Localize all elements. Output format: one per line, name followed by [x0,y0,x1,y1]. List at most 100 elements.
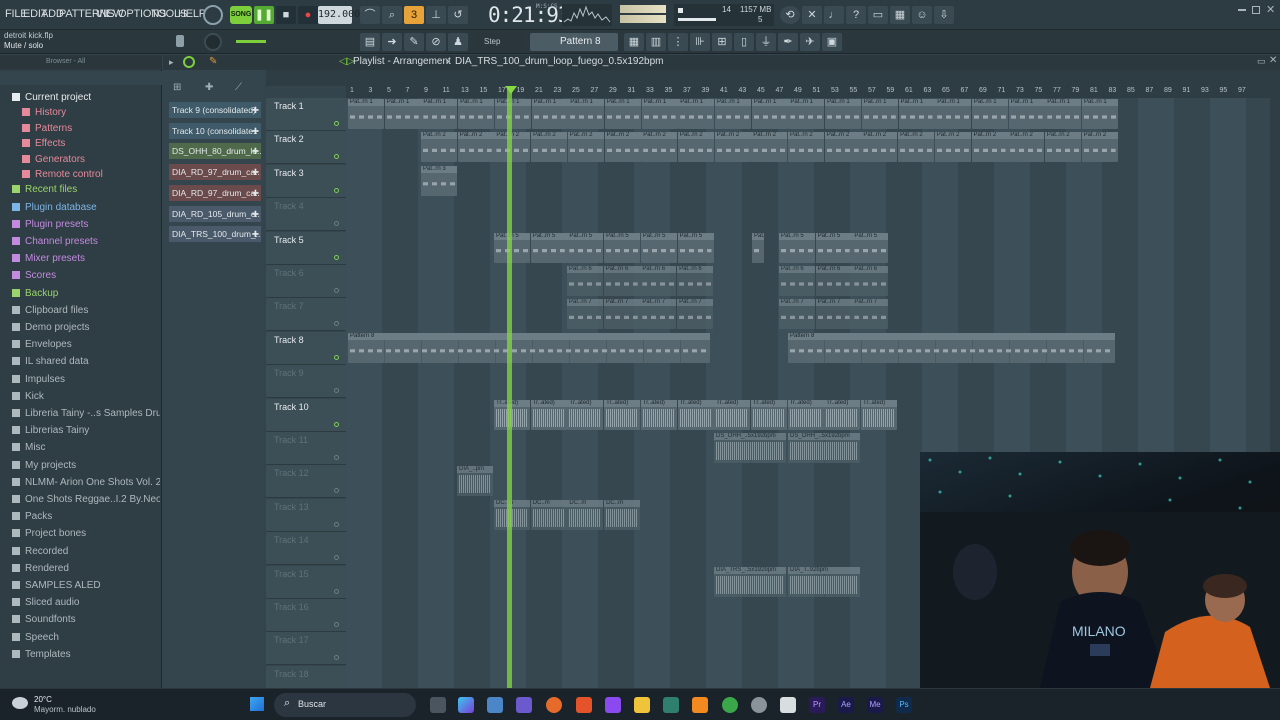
arrow-right-icon[interactable]: ➜ [382,33,402,51]
fl-studio-icon[interactable] [692,697,708,713]
playlist-clip[interactable]: Pat..rn 2 [567,132,604,163]
browser-item[interactable]: Misc [0,440,160,455]
playlist-clip[interactable]: Pat..rn 2 [677,132,714,163]
mixer-icon[interactable]: ✕ [802,6,822,24]
channel-item[interactable]: DIA_RD_97_drum_ca.. ✚ [169,184,261,201]
draw-tool-icon[interactable]: ✎ [404,33,424,51]
playlist-clip[interactable]: Pat..rn 2 [898,132,935,163]
browser-item[interactable]: History [0,105,160,120]
wait-input-icon[interactable]: ⌕ [382,6,402,24]
playlist-clip[interactable]: Pat..rn 1 [531,99,568,129]
record-button[interactable]: ● [298,6,318,24]
browser-item[interactable]: Speech [0,630,160,645]
playlist-clip[interactable]: Pat..rn 7 [567,299,603,330]
playlist-clip[interactable]: Pat..rn 2 [788,132,824,163]
taskbar-search[interactable]: ⌕ Buscar [274,693,416,717]
playlist-clip[interactable]: DIA_..pm [457,466,493,497]
playlist-clip[interactable]: Pat..rn 2 [751,132,788,163]
chat-icon[interactable]: ☺ [912,6,932,24]
playlist-clip[interactable]: DS_OHH_..5x192bpm [714,433,786,463]
browser-item[interactable]: Plugin presets [0,217,160,232]
playlist-clip[interactable]: Pat..rn 7 [677,299,714,330]
browser-item[interactable]: Rendered [0,561,160,576]
track-header[interactable]: Track 4 [266,198,346,232]
playlist-clip[interactable]: Pat..rn 1 [494,99,531,129]
pattern-selector[interactable]: Pattern 8 [530,33,618,51]
playlist-clip[interactable]: Pat..rn 1 [348,99,384,129]
after-effects-icon[interactable]: Ae [838,697,854,713]
twitch-icon[interactable] [605,697,621,713]
track-header[interactable]: Track 13 [266,498,346,532]
track-header[interactable]: Track 16 [266,599,346,632]
track-mute-icon[interactable] [334,288,339,293]
playlist-clip[interactable]: Pat..rn 1 [678,99,715,129]
channel-item[interactable]: DS_OHH_80_drum_lo.. ✚ [169,143,261,160]
spray-icon[interactable]: ✈ [800,33,820,51]
channel-item[interactable]: DIA_RD_105_drum_c.. ✚ [169,205,261,222]
playlist-clip[interactable]: Tr..ated) [750,399,787,430]
piano-roll-icon[interactable]: ▤ [360,33,380,51]
playlist-clip[interactable]: Pat..rn 6 [815,266,852,296]
minimize-icon[interactable] [1238,9,1246,11]
playlist-clip[interactable]: Pat..rn 1 [458,99,495,129]
pen-icon[interactable]: ✒ [778,33,798,51]
microphone-icon[interactable]: ♩ [824,6,844,24]
playlist-clip[interactable]: DC..m [494,499,530,530]
playlist-clip[interactable]: Pat..rn 1 [788,99,825,129]
playlist-clip[interactable]: Tr..ated) [604,399,641,430]
track-mute-icon[interactable] [334,421,339,427]
close-icon[interactable]: ✕ [1266,3,1275,16]
browser-item[interactable]: Libreria Tainy -..s Samples Drum Kit [0,406,160,421]
timeline-ruler[interactable]: 1 3 5 7 9 11 13 15 17 19 21 23 25 27 29 31 33 35 37 39 41 43 4… [346,86,1280,98]
playlist-clip[interactable]: Tr..ated) [861,399,897,430]
playlist-clip[interactable]: Pat..rn 2 [971,132,1008,163]
menu-help[interactable]: HELP [178,8,206,20]
template-icon[interactable]: ▣ [822,33,842,51]
browser-item[interactable]: Sliced audio [0,595,160,610]
store-icon[interactable] [487,697,503,713]
playlist-clip[interactable]: Pat..rn 7 [603,299,640,330]
teams-icon[interactable] [516,697,532,713]
playlist-clip[interactable]: Pat..rn 7 [815,299,852,330]
channel-add-icon[interactable]: ✚ [252,226,259,242]
playlist-clip[interactable]: Pat..rn 2 [531,132,568,163]
playlist-clip[interactable]: Tr..ated) [714,399,751,430]
playlist-clip[interactable]: Pat..rn 2 [1044,132,1081,163]
channel-add-icon[interactable]: ✚ [252,206,259,222]
playlist-clip[interactable]: Pat..rn 5 [752,232,764,263]
playlist-clip[interactable]: Pat..rn 6 [852,266,889,296]
playlist-clip[interactable]: Pat..rn 7 [640,299,677,330]
weather-temp[interactable]: 20°C [34,695,52,704]
playhead-marker[interactable] [505,86,517,94]
faders-icon[interactable]: ⊪ [690,33,710,51]
channel-item[interactable]: Track 10 (consolidate.. ✚ [169,122,261,139]
song-mode-toggle[interactable]: SONG [230,6,252,24]
browser-item[interactable]: Effects [0,136,160,151]
channel-add-icon[interactable]: ✚ [252,102,259,118]
browser-item[interactable]: Recorded [0,544,160,559]
tempo-display[interactable]: 192.000 [318,6,360,24]
playlist-clip[interactable]: Pat..rn 2 [604,132,641,163]
track-header[interactable]: Track 6 [266,265,346,298]
playlist-clip[interactable]: Pat..rn 1 [604,99,641,129]
media-encoder-icon[interactable]: Me [867,697,883,713]
loop-record-icon[interactable]: ↺ [448,6,468,24]
track-header[interactable]: Track 8 [266,331,346,365]
channel-item[interactable]: Track 9 (consolidated) ✚ [169,102,261,118]
track-mute-icon[interactable] [334,254,339,260]
track-header[interactable]: Track 11 [266,432,346,465]
track-header[interactable]: Track 9 [266,365,346,399]
playlist-clip[interactable]: Tr..ated) [677,399,714,430]
blend-notes-icon[interactable]: ⊥ [426,6,446,24]
browser-item[interactable]: NLMM- Arion One Shots Vol. 2 [0,475,160,490]
playlist-clip[interactable]: Tr..ated) [640,399,677,430]
browser-item[interactable]: Recent files [0,182,160,197]
picker-patterns-icon[interactable]: ⊞ [173,82,181,93]
app-icon[interactable] [663,697,679,713]
undo-history-icon[interactable]: ⟲ [780,6,800,24]
playlist-clip[interactable]: DC..m [530,499,567,530]
browser-item[interactable]: My projects [0,458,160,473]
master-volume-knob[interactable] [203,5,223,25]
track-mute-icon[interactable] [334,187,339,193]
playlist-clip[interactable]: DIA_TRS_..5x192bpm [714,566,786,597]
